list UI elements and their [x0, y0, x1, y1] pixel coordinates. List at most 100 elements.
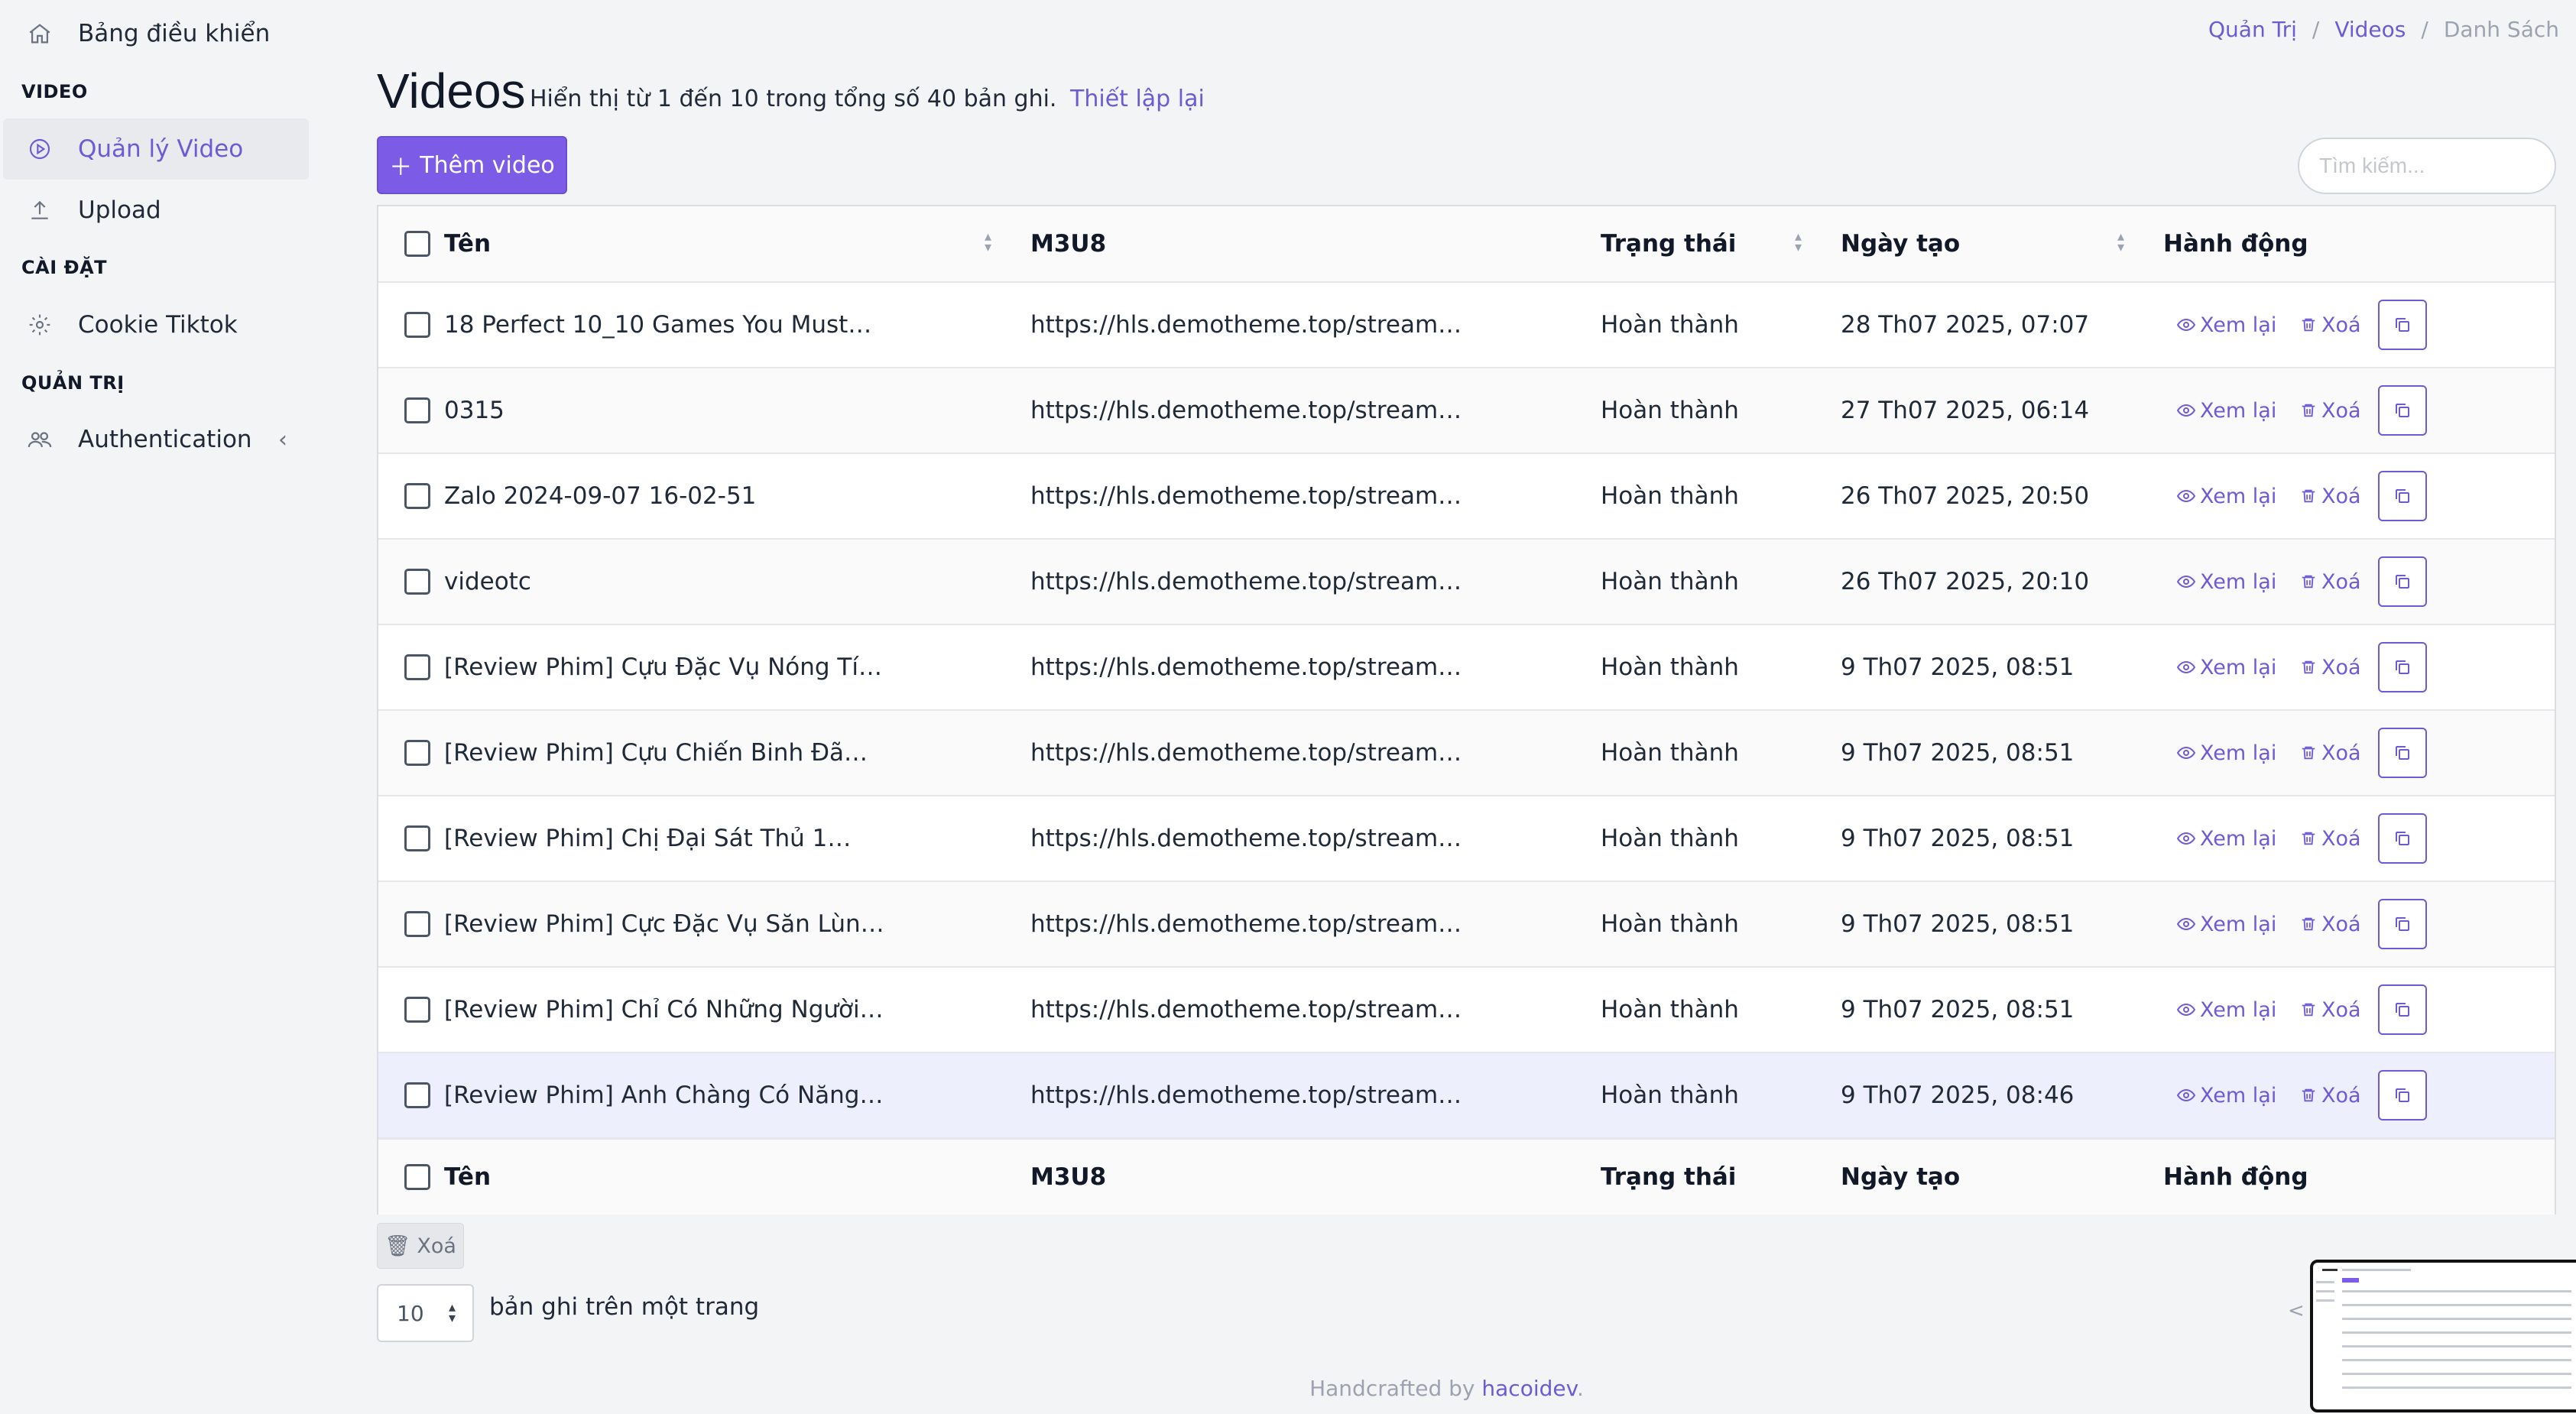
review-link[interactable]: Xem lại — [2177, 968, 2276, 1052]
select-all-checkbox[interactable] — [404, 1164, 430, 1190]
play-circle-icon — [24, 134, 55, 164]
sidebar: Bảng điều khiển VIDEO Quản lý Video Uplo… — [0, 0, 317, 1414]
video-created: 9 Th07 2025, 08:51 — [1841, 653, 2075, 681]
copy-icon — [2396, 404, 2409, 417]
review-link[interactable]: Xem lại — [2177, 368, 2276, 452]
trash-icon — [2302, 1003, 2315, 1017]
copy-button[interactable] — [2378, 385, 2427, 436]
copy-button[interactable] — [2378, 471, 2427, 521]
sidebar-item-label: Upload — [78, 196, 161, 224]
chevron-left-icon[interactable]: < — [2288, 1299, 2305, 1322]
column-footer-created: Ngày tạo — [1841, 1163, 1961, 1191]
sidebar-item-upload[interactable]: Upload — [3, 180, 309, 241]
delete-link[interactable]: Xoá — [2300, 711, 2361, 795]
delete-link[interactable]: Xoá — [2300, 368, 2361, 452]
copy-button[interactable] — [2378, 556, 2427, 607]
video-name: [Review Phim] Chị Đại Sát Thủ 1… — [444, 825, 852, 852]
eye-icon — [2177, 318, 2195, 332]
upload-icon — [24, 195, 55, 225]
copy-button[interactable] — [2378, 899, 2427, 949]
table-header-row: Tên ▴ ▾ M3U8 Trạng thái ▴ ▾ Ngày tạo ▴ ▾ Hà… — [378, 206, 2555, 283]
copy-button[interactable] — [2378, 813, 2427, 864]
video-created: 9 Th07 2025, 08:46 — [1841, 1082, 2075, 1109]
delete-link[interactable]: Xoá — [2300, 540, 2361, 624]
sidebar-item-manage-video[interactable]: Quản lý Video — [3, 118, 309, 180]
copy-button[interactable] — [2378, 1070, 2427, 1120]
sort-icon[interactable]: ▴ ▾ — [2117, 230, 2124, 255]
video-status: Hoàn thành — [1601, 397, 1739, 424]
copy-icon — [2396, 917, 2409, 931]
delete-link[interactable]: Xoá — [2300, 283, 2361, 367]
review-link[interactable]: Xem lại — [2177, 540, 2276, 624]
bulk-delete-label: Xoá — [417, 1234, 456, 1258]
review-label: Xem lại — [2200, 398, 2277, 423]
table-footer-row: Tên M3U8 Trạng thái Ngày tạo Hành động — [378, 1138, 2555, 1215]
video-m3u8: https://hls.demotheme.top/stream… — [1030, 568, 1462, 595]
review-link[interactable]: Xem lại — [2177, 711, 2276, 795]
bulk-delete-button[interactable]: 🗑 Xoá — [377, 1223, 464, 1269]
row-checkbox[interactable] — [404, 825, 430, 851]
delete-link[interactable]: Xoá — [2300, 625, 2361, 709]
column-header-created[interactable]: Ngày tạo — [1841, 206, 1960, 281]
per-page-value: 10 — [397, 1300, 424, 1326]
reset-link[interactable]: Thiết lập lại — [1070, 86, 1205, 112]
row-checkbox[interactable] — [404, 312, 430, 338]
row-checkbox[interactable] — [404, 740, 430, 766]
video-status: Hoàn thành — [1601, 653, 1739, 681]
video-name: [Review Phim] Anh Chàng Có Năng… — [444, 1082, 884, 1109]
page-preview-thumbnail[interactable] — [2310, 1260, 2576, 1412]
delete-link[interactable]: Xoá — [2300, 1053, 2361, 1137]
row-checkbox[interactable] — [404, 483, 430, 509]
review-link[interactable]: Xem lại — [2177, 454, 2276, 538]
search-input[interactable] — [2298, 138, 2556, 194]
row-checkbox[interactable] — [404, 1082, 430, 1108]
copy-button[interactable] — [2378, 728, 2427, 778]
add-video-button[interactable]: ＋ Thêm video — [377, 136, 567, 194]
row-checkbox[interactable] — [404, 997, 430, 1023]
delete-link[interactable]: Xoá — [2300, 882, 2361, 966]
sidebar-item-cookie-tiktok[interactable]: Cookie Tiktok — [3, 294, 309, 355]
copy-button[interactable] — [2378, 300, 2427, 350]
trash-icon: 🗑 — [384, 1234, 411, 1258]
sidebar-item-authentication[interactable]: Authentication ‹ — [3, 409, 309, 470]
select-all-checkbox[interactable] — [404, 231, 430, 257]
copy-icon — [2396, 318, 2409, 332]
footer-brand-link[interactable]: hacoidev — [1481, 1376, 1577, 1401]
review-link[interactable]: Xem lại — [2177, 1053, 2276, 1137]
column-header-status[interactable]: Trạng thái — [1601, 206, 1736, 281]
review-link[interactable]: Xem lại — [2177, 882, 2276, 966]
table-row: videotc https://hls.demotheme.top/stream… — [378, 540, 2555, 625]
delete-link[interactable]: Xoá — [2300, 968, 2361, 1052]
review-link[interactable]: Xem lại — [2177, 796, 2276, 881]
review-label: Xem lại — [2200, 912, 2277, 936]
eye-icon — [2177, 1003, 2195, 1017]
review-label: Xem lại — [2200, 997, 2277, 1022]
review-link[interactable]: Xem lại — [2177, 625, 2276, 709]
sort-icon[interactable]: ▴ ▾ — [1795, 230, 1802, 255]
video-status: Hoàn thành — [1601, 482, 1739, 510]
video-name: videotc — [444, 568, 531, 595]
column-footer-m3u8: M3U8 — [1030, 1163, 1107, 1191]
per-page-select[interactable]: 10 ▴ ▾ — [377, 1284, 474, 1342]
column-header-name[interactable]: Tên — [444, 206, 491, 281]
breadcrumb-admin[interactable]: Quản Trị — [2208, 17, 2297, 42]
row-checkbox[interactable] — [404, 397, 430, 423]
plus-icon: ＋ — [389, 154, 413, 181]
sidebar-item-label: Cookie Tiktok — [78, 311, 238, 339]
copy-button[interactable] — [2378, 984, 2427, 1035]
row-checkbox[interactable] — [404, 911, 430, 937]
row-checkbox[interactable] — [404, 569, 430, 595]
delete-link[interactable]: Xoá — [2300, 796, 2361, 881]
delete-label: Xoá — [2321, 569, 2361, 594]
breadcrumb-videos[interactable]: Videos — [2334, 17, 2406, 42]
page-title: Videos — [377, 63, 526, 118]
sidebar-item-dashboard[interactable]: Bảng điều khiển — [3, 3, 309, 64]
copy-button[interactable] — [2378, 642, 2427, 692]
per-page-label: bản ghi trên một trang — [489, 1293, 760, 1321]
delete-link[interactable]: Xoá — [2300, 454, 2361, 538]
home-icon — [24, 18, 55, 49]
review-link[interactable]: Xem lại — [2177, 283, 2276, 367]
row-checkbox[interactable] — [404, 654, 430, 680]
breadcrumb-current: Danh Sách — [2443, 17, 2559, 42]
sort-icon[interactable]: ▴ ▾ — [985, 230, 991, 255]
